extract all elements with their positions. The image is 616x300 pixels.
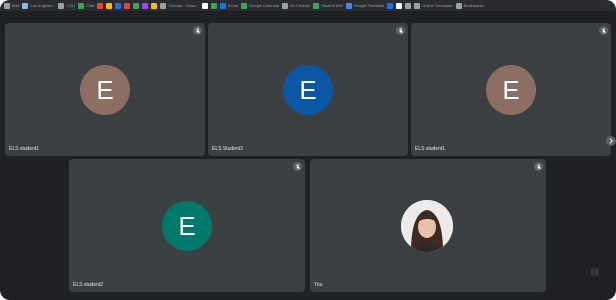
bookmark-item[interactable]: Mail [4,1,19,10]
bookmark-favicon-icon [201,2,208,9]
bookmark-item[interactable]: Bookmarks [455,1,484,10]
bookmark-label: Bookmarks [463,3,484,8]
bookmark-item[interactable] [97,1,104,10]
bookmark-item[interactable]: ELS Admin [282,1,310,10]
bookmarks-bar: Mail Los Angeles... CSU Chat Canvas - Class.… [0,0,616,11]
participant-name: ELS student1 [415,146,446,152]
mic-off-icon [293,162,302,171]
bookmark-item[interactable]: Student Info [313,1,343,10]
bookmark-favicon-icon [219,2,226,9]
bookmark-item[interactable]: Google Translate [345,1,385,10]
next-page-button[interactable] [606,136,616,146]
bookmark-favicon-icon [151,2,158,9]
corner-control-button[interactable] [591,268,599,276]
bookmark-favicon-icon [210,2,217,9]
bookmark-favicon-icon [414,2,421,9]
mic-off-icon [193,26,202,35]
bookmark-favicon-icon [396,2,403,9]
bookmark-favicon-icon [282,2,289,9]
bookmark-item[interactable] [142,1,149,10]
bookmark-label: ELS Admin [290,3,311,8]
bookmark-label: Chat [85,3,95,8]
avatar: E [162,201,212,251]
bookmark-label: CSU [66,3,75,8]
bookmark-favicon-icon [241,2,248,9]
participant-name: You [314,282,323,288]
avatar: E [80,65,130,115]
profile-photo [401,200,453,252]
bookmark-favicon-icon [115,2,122,9]
bookmark-label: Zoom [227,3,239,8]
bookmark-favicon-icon [142,2,149,9]
bookmark-favicon-icon [4,2,10,9]
bookmark-item[interactable]: Zoom [219,1,239,10]
participant-name: ELS student2 [73,282,104,288]
bookmark-favicon-icon [455,2,462,9]
bookmark-item[interactable] [396,1,403,10]
bookmark-favicon-icon [124,2,131,9]
bookmark-label: Google Calendar [249,3,280,8]
self-view-tile[interactable]: You [310,159,546,292]
avatar: E [283,65,333,115]
bookmark-favicon-icon [58,2,65,9]
bookmark-item[interactable]: Google Calendar [241,1,279,10]
bookmark-favicon-icon [22,2,29,9]
avatar: E [486,65,536,115]
bookmark-favicon-icon [97,2,104,9]
bookmark-label: Los Angeles... [30,3,56,8]
meeting-window: Mail Los Angeles... CSU Chat Canvas - Class.… [0,0,616,300]
bookmark-favicon-icon [387,2,394,9]
bookmark-item[interactable] [115,1,122,10]
bookmark-label: Mail [12,3,20,8]
bookmark-item[interactable] [106,1,113,10]
bookmark-favicon-icon [405,2,412,9]
participant-name: ELS Student3 [212,146,243,152]
bookmark-favicon-icon [160,2,167,9]
bookmark-item[interactable] [210,1,217,10]
participant-tile[interactable]: E ELS student1 [411,23,611,156]
mic-off-icon [396,26,405,35]
bookmark-item[interactable]: Chat [77,1,95,10]
bookmark-item[interactable] [151,1,158,10]
bookmark-favicon-icon [106,2,113,9]
bookmark-item[interactable]: Los Angeles... [22,1,55,10]
bookmark-item[interactable] [387,1,394,10]
bookmark-item[interactable] [124,1,131,10]
bookmark-label: Google Translate [353,3,385,8]
bookmark-item[interactable] [405,1,412,10]
bookmark-item[interactable]: Online Translator [414,1,453,10]
bookmark-item[interactable]: CSU [58,1,75,10]
bookmark-favicon-icon [77,2,84,9]
participant-tile[interactable]: E ELS student2 [69,159,305,292]
participant-tile[interactable]: E ELS Student3 [208,23,408,156]
mic-off-icon [534,162,543,171]
participant-tile[interactable]: E ELS student1 [5,23,205,156]
bookmark-favicon-icon [345,2,352,9]
bookmark-item[interactable]: Canvas - Class... [160,1,199,10]
bookmark-label: Student Info [321,3,343,8]
mic-off-icon [599,26,608,35]
bookmark-favicon-icon [313,2,320,9]
bookmark-label: Online Translator [422,3,453,8]
participant-name: ELS student1 [9,146,40,152]
bookmark-item[interactable] [133,1,140,10]
bookmark-label: Canvas - Class... [168,3,199,8]
bookmark-item[interactable] [201,1,208,10]
chevron-right-icon [609,138,613,144]
bookmark-favicon-icon [133,2,140,9]
